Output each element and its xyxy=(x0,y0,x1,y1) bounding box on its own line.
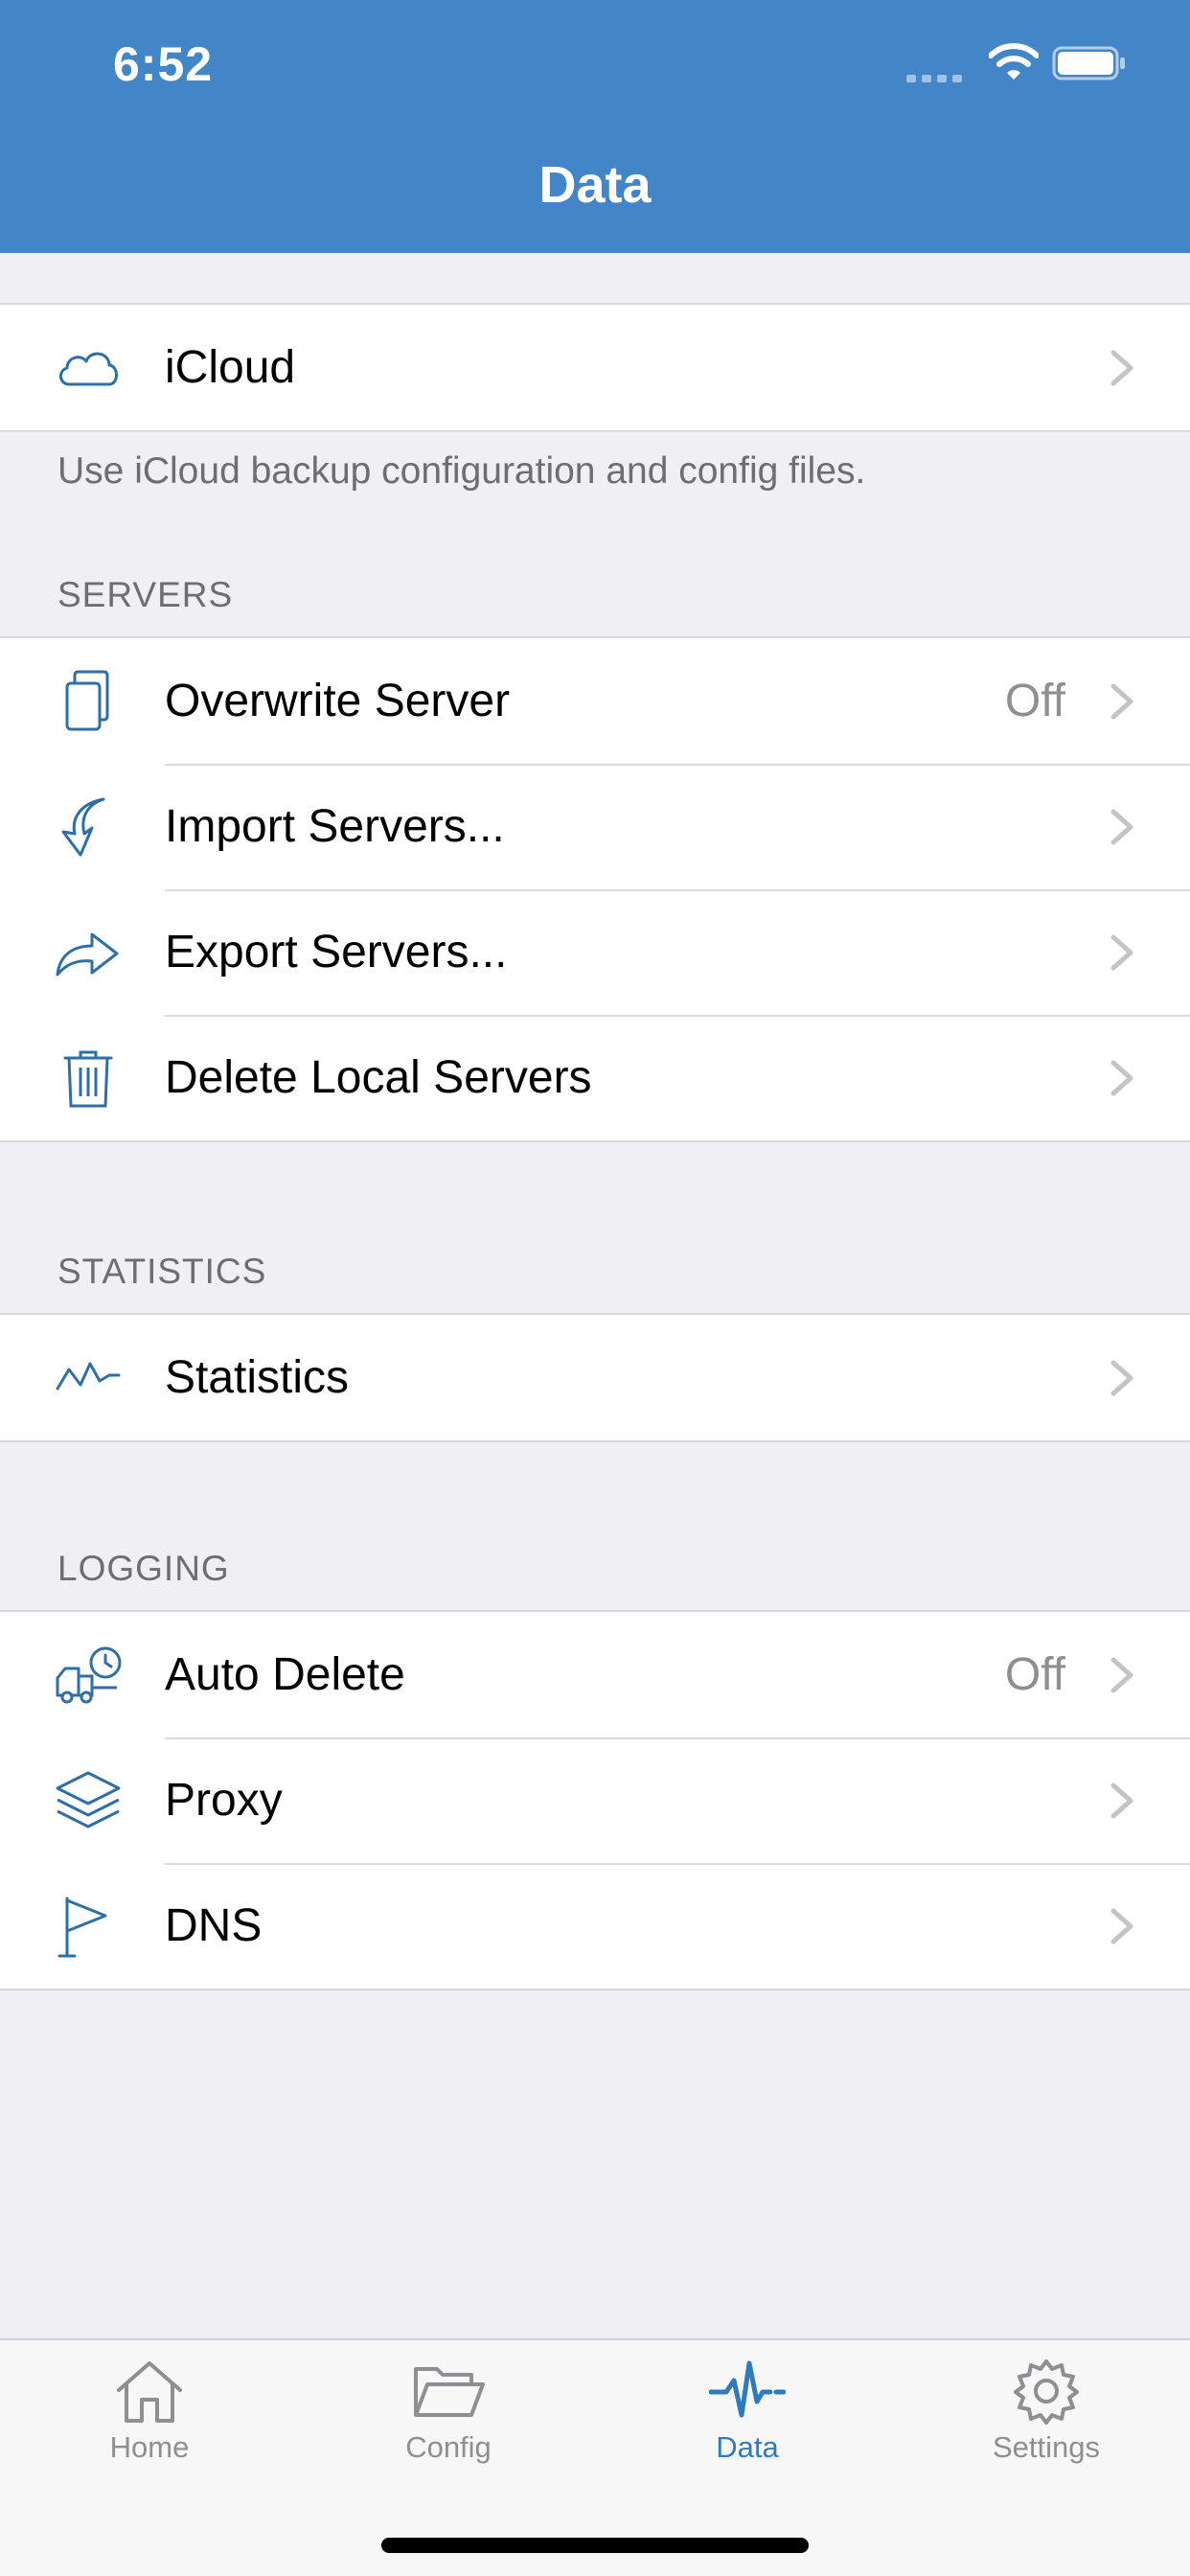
status-time: 6:52 xyxy=(113,37,214,91)
import-servers-row[interactable]: Import Servers... xyxy=(0,764,1190,889)
chevron-right-icon xyxy=(1110,809,1133,845)
overwrite-server-value: Off xyxy=(1004,676,1065,726)
gear-icon xyxy=(1014,2359,1079,2425)
page-title: Data xyxy=(538,156,652,214)
statistics-row[interactable]: Statistics xyxy=(0,1315,1190,1440)
folder-icon xyxy=(414,2367,485,2417)
auto-delete-label: Auto Delete xyxy=(165,1649,405,1700)
tab-config-label: Config xyxy=(405,2430,492,2464)
chevron-right-icon xyxy=(1110,683,1133,720)
layers-icon xyxy=(56,1771,121,1828)
icloud-footer-note: Use iCloud backup configuration and conf… xyxy=(57,450,866,492)
share-arrow-icon xyxy=(56,932,119,977)
chevron-right-icon xyxy=(1110,1360,1133,1396)
dns-row[interactable]: DNS xyxy=(0,1863,1190,1989)
tab-settings-label: Settings xyxy=(992,2430,1100,2464)
chevron-right-icon xyxy=(1110,1657,1133,1693)
trash-icon xyxy=(63,1050,113,1108)
cellular-signal-icon xyxy=(906,75,962,82)
wifi-icon xyxy=(989,43,1039,80)
export-servers-label: Export Servers... xyxy=(165,927,508,978)
home-indicator xyxy=(381,2538,809,2553)
overwrite-server-row[interactable]: Overwrite Server Off xyxy=(0,638,1190,764)
delete-local-servers-label: Delete Local Servers xyxy=(165,1052,592,1103)
tab-data[interactable]: Data xyxy=(652,2358,843,2472)
servers-section-header: SERVERS xyxy=(57,575,234,614)
tab-data-label: Data xyxy=(716,2430,779,2464)
statistics-label: Statistics xyxy=(165,1352,350,1403)
import-arrow-icon xyxy=(61,797,105,857)
tab-home[interactable]: Home xyxy=(54,2358,245,2472)
logging-group: Auto Delete Off Proxy DNS xyxy=(0,1610,1190,1990)
icloud-label: iCloud xyxy=(165,342,296,393)
chevron-right-icon xyxy=(1110,1782,1133,1819)
tab-config[interactable]: Config xyxy=(353,2358,544,2472)
auto-delete-value: Off xyxy=(1004,1649,1065,1700)
logging-section-header: LOGGING xyxy=(57,1549,230,1588)
statistics-section-header: STATISTICS xyxy=(57,1252,267,1291)
navigation-header: 6:52 Data xyxy=(0,0,1190,253)
copy-icon xyxy=(65,670,109,731)
chevron-right-icon xyxy=(1110,1908,1133,1944)
import-servers-label: Import Servers... xyxy=(165,801,505,852)
pulse-icon xyxy=(56,1362,121,1391)
status-indicators xyxy=(897,42,1127,84)
proxy-label: Proxy xyxy=(165,1775,283,1826)
chevron-right-icon xyxy=(1110,350,1133,386)
chevron-right-icon xyxy=(1110,934,1133,971)
export-servers-row[interactable]: Export Servers... xyxy=(0,889,1190,1015)
truck-clock-icon xyxy=(56,1646,122,1704)
proxy-row[interactable]: Proxy xyxy=(0,1737,1190,1863)
battery-icon xyxy=(1052,46,1125,80)
dns-label: DNS xyxy=(165,1900,263,1951)
icloud-group: iCloud xyxy=(0,303,1190,432)
home-icon xyxy=(117,2361,182,2423)
servers-group: Overwrite Server Off Import Servers... E… xyxy=(0,636,1190,1142)
tab-home-label: Home xyxy=(109,2430,190,2464)
cloud-icon xyxy=(59,352,118,386)
chevron-right-icon xyxy=(1110,1060,1133,1096)
icloud-row[interactable]: iCloud xyxy=(0,305,1190,430)
auto-delete-row[interactable]: Auto Delete Off xyxy=(0,1612,1190,1737)
tab-settings[interactable]: Settings xyxy=(950,2358,1142,2472)
delete-local-servers-row[interactable]: Delete Local Servers xyxy=(0,1015,1190,1140)
flag-icon xyxy=(57,1897,107,1958)
statistics-group: Statistics xyxy=(0,1313,1190,1442)
overwrite-server-label: Overwrite Server xyxy=(165,676,511,726)
pulse-icon xyxy=(709,2360,786,2418)
